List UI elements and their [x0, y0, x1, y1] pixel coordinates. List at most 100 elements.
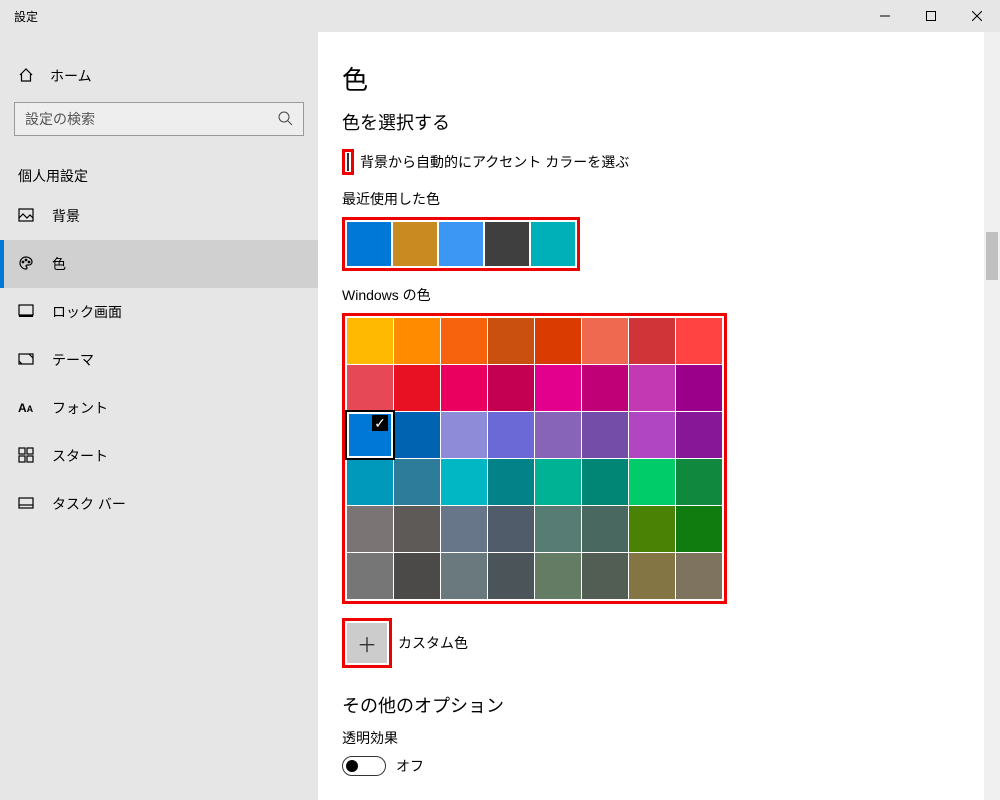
window-controls	[862, 0, 1000, 32]
color-swatch[interactable]	[629, 459, 675, 505]
color-swatch[interactable]	[488, 553, 534, 599]
auto-accent-checkbox[interactable]	[347, 153, 349, 171]
color-swatch[interactable]	[629, 412, 675, 458]
color-swatch[interactable]	[582, 553, 628, 599]
home-icon	[18, 67, 34, 86]
close-button[interactable]	[954, 0, 1000, 32]
color-swatch[interactable]	[441, 506, 487, 552]
color-swatch[interactable]	[441, 318, 487, 364]
color-swatch[interactable]	[347, 506, 393, 552]
color-swatch[interactable]	[347, 553, 393, 599]
choose-color-heading: 色を選択する	[342, 109, 1000, 135]
search-input[interactable]: 設定の検索	[14, 102, 304, 136]
color-swatch[interactable]	[394, 553, 440, 599]
color-swatch[interactable]	[535, 553, 581, 599]
sidebar-item-lockscreen[interactable]: ロック画面	[0, 288, 318, 336]
color-swatch[interactable]	[394, 365, 440, 411]
auto-accent-label: 背景から自動的にアクセント カラーを選ぶ	[360, 152, 629, 172]
color-swatch[interactable]	[582, 506, 628, 552]
color-swatch[interactable]	[394, 318, 440, 364]
sidebar-item-fonts[interactable]: AA フォント	[0, 384, 318, 432]
color-swatch[interactable]	[347, 365, 393, 411]
sidebar: ホーム 設定の検索 個人用設定 背景 色 ロック画面 テーマ AA フォント	[0, 32, 318, 800]
color-swatch[interactable]	[629, 553, 675, 599]
sidebar-item-label: テーマ	[52, 350, 94, 370]
color-swatch[interactable]	[488, 365, 534, 411]
sidebar-item-label: 色	[52, 254, 66, 274]
color-swatch[interactable]	[441, 459, 487, 505]
color-swatch[interactable]	[394, 459, 440, 505]
sidebar-item-themes[interactable]: テーマ	[0, 336, 318, 384]
scrollbar-thumb[interactable]	[986, 232, 998, 280]
recent-color-swatch[interactable]	[347, 222, 391, 266]
recent-color-swatch[interactable]	[531, 222, 575, 266]
windows-colors-grid	[347, 318, 722, 599]
color-swatch[interactable]	[441, 553, 487, 599]
color-swatch[interactable]	[676, 506, 722, 552]
add-custom-color-button[interactable]: ＋	[347, 623, 387, 663]
color-swatch[interactable]	[582, 365, 628, 411]
transparency-toggle[interactable]	[342, 756, 386, 776]
color-swatch[interactable]	[441, 412, 487, 458]
color-swatch[interactable]	[347, 318, 393, 364]
color-swatch[interactable]	[488, 318, 534, 364]
color-swatch[interactable]	[582, 412, 628, 458]
themes-icon	[18, 351, 34, 370]
color-swatch[interactable]	[535, 506, 581, 552]
sidebar-item-background[interactable]: 背景	[0, 192, 318, 240]
color-swatch[interactable]	[535, 459, 581, 505]
color-swatch[interactable]	[488, 459, 534, 505]
color-swatch[interactable]	[394, 412, 440, 458]
picture-icon	[18, 207, 34, 226]
search-placeholder: 設定の検索	[25, 109, 95, 129]
highlight-recent	[342, 217, 580, 271]
color-swatch[interactable]	[394, 506, 440, 552]
color-swatch[interactable]	[676, 318, 722, 364]
highlight-checkbox	[342, 149, 354, 175]
color-swatch[interactable]	[629, 506, 675, 552]
color-swatch[interactable]	[676, 459, 722, 505]
recent-color-swatch[interactable]	[439, 222, 483, 266]
windows-colors-label: Windows の色	[342, 285, 1000, 305]
color-swatch[interactable]	[535, 412, 581, 458]
color-swatch[interactable]	[441, 365, 487, 411]
color-swatch[interactable]	[488, 412, 534, 458]
color-swatch[interactable]	[629, 365, 675, 411]
color-swatch[interactable]	[347, 412, 393, 458]
color-swatch[interactable]	[676, 412, 722, 458]
main-content: 色 色を選択する 背景から自動的にアクセント カラーを選ぶ 最近使用した色 Wi…	[318, 32, 1000, 800]
sidebar-item-taskbar[interactable]: タスク バー	[0, 480, 318, 528]
highlight-grid	[342, 313, 727, 604]
search-icon	[277, 110, 293, 129]
page-title: 色	[342, 60, 1000, 97]
sidebar-item-start[interactable]: スタート	[0, 432, 318, 480]
sidebar-section-title: 個人用設定	[0, 154, 318, 192]
sidebar-home-label: ホーム	[50, 66, 92, 86]
color-swatch[interactable]	[629, 318, 675, 364]
color-swatch[interactable]	[488, 506, 534, 552]
sidebar-item-label: フォント	[52, 398, 108, 418]
recent-color-swatch[interactable]	[393, 222, 437, 266]
sidebar-item-colors[interactable]: 色	[0, 240, 318, 288]
color-swatch[interactable]	[582, 318, 628, 364]
color-swatch[interactable]	[535, 365, 581, 411]
window-title: 設定	[0, 8, 38, 25]
color-swatch[interactable]	[582, 459, 628, 505]
scrollbar[interactable]	[984, 32, 1000, 800]
more-options-heading: その他のオプション	[342, 692, 1000, 718]
plus-icon: ＋	[357, 629, 377, 658]
recent-colors-label: 最近使用した色	[342, 189, 1000, 209]
maximize-button[interactable]	[908, 0, 954, 32]
highlight-custom: ＋	[342, 618, 392, 668]
color-swatch[interactable]	[676, 553, 722, 599]
sidebar-item-label: 背景	[52, 206, 80, 226]
recent-color-swatch[interactable]	[485, 222, 529, 266]
sidebar-home[interactable]: ホーム	[0, 56, 318, 96]
color-swatch[interactable]	[535, 318, 581, 364]
sidebar-item-label: ロック画面	[52, 302, 122, 322]
color-swatch[interactable]	[347, 459, 393, 505]
taskbar-icon	[18, 495, 34, 514]
color-swatch[interactable]	[676, 365, 722, 411]
minimize-button[interactable]	[862, 0, 908, 32]
sidebar-item-label: タスク バー	[52, 494, 126, 514]
